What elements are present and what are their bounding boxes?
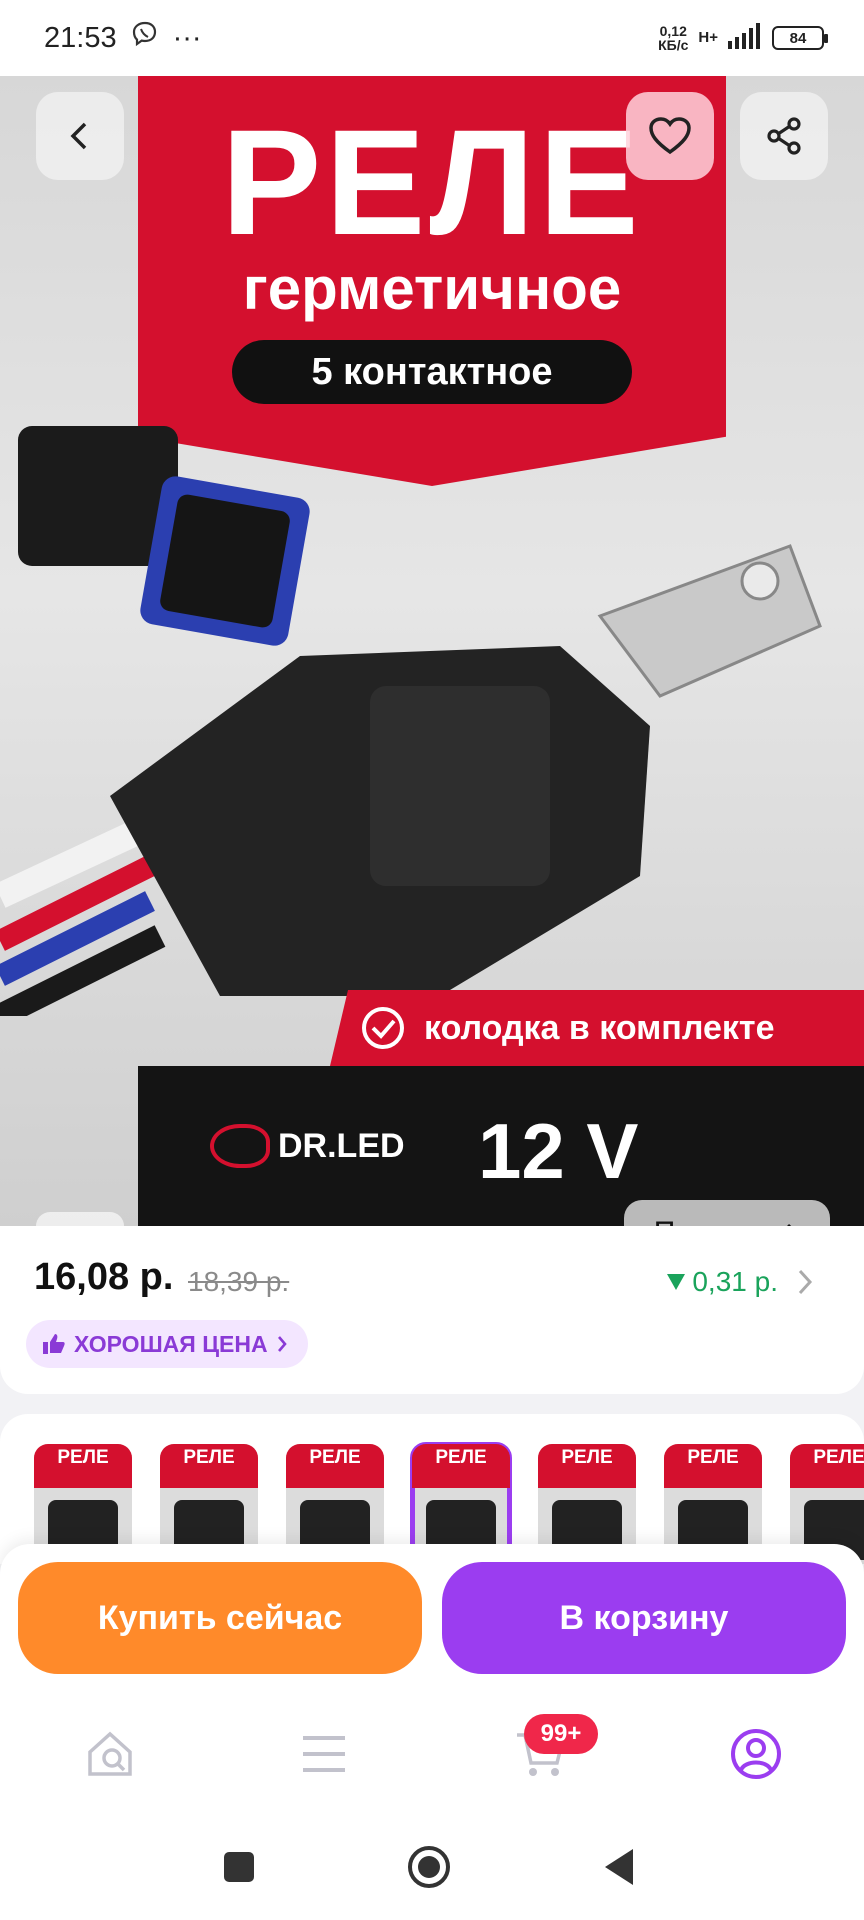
circle-icon [408,1846,450,1888]
tab-catalog[interactable] [292,1722,356,1786]
old-price: 18,39 р. [188,1266,290,1297]
back-icon [70,122,87,150]
current-price: 16,08 р. [34,1256,174,1298]
share-icon [767,117,801,155]
triangle-back-icon [605,1849,633,1885]
tab-home[interactable] [78,1722,142,1786]
signal-icon [728,22,762,54]
check-circle-icon [362,1007,404,1049]
nav-home-button[interactable] [404,1842,454,1892]
relay-image [0,426,822,1016]
price-card[interactable]: 16,08 р. 18,39 р. 0,31 р. ХОРОШАЯ ЦЕНА [0,1226,864,1394]
similar-button[interactable]: Похожие [624,1200,830,1226]
brand-name: DR.LED [278,1126,405,1165]
hero-banner: колодка в комплекте [330,990,864,1066]
home-search-icon [88,1731,132,1776]
back-button[interactable] [36,92,124,180]
favorite-button[interactable] [626,92,714,180]
net-speed: 0,12 КБ/с [658,23,689,53]
bottom-tab-bar: 99+ [0,1694,864,1812]
square-icon [224,1852,254,1882]
more-notifications-icon: ··· [172,21,202,54]
product-image-gallery[interactable]: РЕЛЕ герметичное 5 контактное колодка в … [0,76,864,1226]
network-type: H+ [698,29,718,46]
action-bar: Купить сейчас В корзину [0,1544,864,1694]
brand-logo-mark [210,1124,270,1168]
chevron-right-icon [277,1336,287,1352]
hero-pill: 5 контактное [232,340,632,404]
share-button[interactable] [740,92,828,180]
viber-icon [131,20,159,56]
system-nav-bar [0,1812,864,1920]
nav-recents-button[interactable] [214,1842,264,1892]
add-to-cart-button[interactable]: В корзину [442,1562,846,1674]
good-price-badge[interactable]: ХОРОШАЯ ЦЕНА [26,1320,308,1368]
heart-icon [649,117,691,155]
variants-carousel[interactable]: РЕЛЕ РЕЛЕ РЕЛЕ РЕЛЕ РЕЛЕ РЕЛЕ РЕЛЕ [0,1414,864,1564]
similar-label: Похожие [654,1216,776,1226]
thumbs-up-icon [43,1334,65,1354]
good-price-label: ХОРОШАЯ ЦЕНА [74,1330,268,1357]
price-drop-value: 0,31 р. [692,1266,778,1297]
price-drop[interactable]: 0,31 р. [666,1266,778,1298]
image-pager: 1 / 3 [36,1212,124,1226]
profile-icon [731,1729,781,1779]
status-bar: 21:53 ··· 0,12 КБ/с H+ 84 [0,0,864,76]
battery-icon: 84 [772,26,828,50]
cart-badge: 99+ [524,1714,598,1754]
status-time: 21:53 [44,21,117,54]
tab-profile[interactable] [724,1722,788,1786]
brand-logo: DR.LED [210,1124,405,1168]
menu-icon [303,1736,345,1772]
buy-now-button[interactable]: Купить сейчас [18,1562,422,1674]
chevron-right-icon[interactable] [796,1268,814,1296]
hero-subtitle: герметичное [242,255,622,322]
triangle-down-icon [667,1274,686,1290]
hero-spec: 12 V [478,1107,639,1195]
nav-back-button[interactable] [594,1842,644,1892]
hero-banner-text: колодка в комплекте [424,1008,775,1047]
